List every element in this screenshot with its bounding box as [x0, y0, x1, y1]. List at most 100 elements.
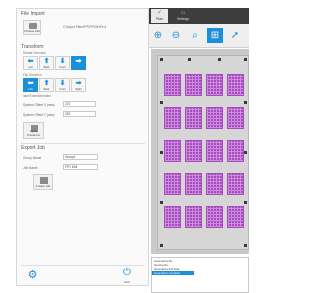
zoom-fit-icon[interactable]: ⌕: [187, 28, 203, 43]
nested-part[interactable]: [185, 173, 202, 195]
view-toolbar: ⊕ ⊖ ⌕ ⊞ ➚: [149, 24, 249, 48]
fiducial-marker: [160, 151, 163, 154]
apply-transform-label: Apply Transform: [26, 129, 41, 137]
nested-part[interactable]: [227, 107, 244, 129]
file-path-text: C:\Input Files\FP\FP\Dir\Fe.ii: [63, 25, 107, 29]
power-icon: ⏻: [123, 267, 131, 278]
choose-file-button[interactable]: Choose File: [23, 20, 41, 35]
nested-part[interactable]: [185, 206, 202, 228]
divider: [21, 143, 145, 144]
tab-plan-label: Plan: [156, 17, 163, 21]
nested-part[interactable]: [206, 107, 223, 129]
log-line-selected[interactable]: Generation complete: [152, 271, 194, 275]
fiducial-marker: [160, 58, 163, 61]
exit-label: Exit: [124, 280, 130, 284]
rotate-button[interactable]: ⬇ Front: [55, 56, 70, 70]
fiducial-marker: [188, 58, 191, 61]
arrow-left-icon: ⬅: [27, 58, 34, 65]
export-job-title: Export Job: [21, 145, 45, 151]
rotate-button[interactable]: ➡: [71, 56, 86, 70]
offset-y-label: System Offset Y (mm):: [23, 113, 56, 117]
offset-y-input[interactable]: 322: [63, 111, 96, 117]
offset-x-label: System Offset X (mm):: [23, 103, 56, 107]
apply-transform-button[interactable]: Apply Transform: [23, 122, 44, 139]
log-panel: Generating file... Nesting file... Gener…: [151, 257, 249, 293]
exit-button[interactable]: ⏻ Exit: [117, 267, 137, 284]
rotate-button[interactable]: ⬆ Back: [39, 56, 54, 70]
nested-part[interactable]: [227, 206, 244, 228]
nested-part[interactable]: [206, 173, 223, 195]
label-transformation: labelTransformation: [23, 94, 52, 98]
grid-icon[interactable]: ⊞: [207, 28, 223, 43]
nested-part[interactable]: [164, 107, 181, 129]
footer-divider: [21, 265, 145, 266]
choose-file-label: Choose File: [24, 29, 41, 33]
job-name-input[interactable]: FP1 Drill: [63, 164, 98, 170]
flip-button-label: Back: [43, 88, 50, 91]
control-panel: File Import Choose File C:\Input Files\F…: [16, 8, 149, 286]
fiducial-marker: [160, 101, 163, 104]
transform-title: Transform: [21, 44, 44, 50]
nested-part[interactable]: [227, 173, 244, 195]
create-job-button[interactable]: Create Job: [33, 174, 53, 190]
fiducial-marker: [160, 244, 163, 247]
flip-button[interactable]: ⬇ Front: [55, 78, 70, 92]
arrow-right-icon: ➡: [75, 80, 82, 87]
tab-plan[interactable]: ✓ Plan: [151, 9, 168, 23]
rotate-button-label: Back: [43, 66, 50, 69]
fiducial-marker: [244, 244, 247, 247]
flip-button-label: Right: [75, 88, 82, 91]
arrow-up-icon: ⬆: [43, 80, 50, 87]
zoom-in-icon[interactable]: ⊕: [150, 28, 166, 43]
plate-canvas[interactable]: [151, 49, 249, 254]
nested-part[interactable]: [227, 140, 244, 162]
flip-button[interactable]: ➡ Right: [71, 78, 86, 92]
nested-part[interactable]: [185, 74, 202, 96]
rotate-direction-label: Rotate Direction: [23, 51, 46, 55]
arrow-left-icon: ⬅: [27, 80, 34, 87]
settings-tab-icon: ▭: [180, 10, 186, 16]
zoom-out-icon[interactable]: ⊖: [168, 28, 184, 43]
nested-part[interactable]: [227, 74, 244, 96]
arrow-down-icon: ⬇: [59, 58, 66, 65]
offset-x-input[interactable]: 272: [63, 101, 96, 107]
flip-button[interactable]: ⬅ Left: [23, 78, 38, 92]
rotate-button-label: Front: [59, 66, 66, 69]
nested-part[interactable]: [206, 74, 223, 96]
tab-settings-label: Settings: [176, 17, 190, 21]
create-job-label: Create Job: [35, 184, 51, 188]
rotate-button[interactable]: ⬅ Left: [23, 56, 38, 70]
nested-part[interactable]: [164, 74, 181, 96]
flip-direction-label: Flip Direction: [23, 73, 42, 77]
create-icon: [40, 177, 48, 184]
rotate-button-label: Left: [28, 66, 33, 69]
tab-bar: ✓ Plan ▭ Settings: [149, 8, 249, 24]
nested-part[interactable]: [164, 206, 181, 228]
fiducial-marker: [160, 201, 163, 204]
arrow-up-icon: ⬆: [43, 58, 50, 65]
flip-button-label: Front: [59, 88, 66, 91]
nested-part[interactable]: [164, 173, 181, 195]
viewer-panel: ✓ Plan ▭ Settings ⊕ ⊖ ⌕ ⊞ ➚ Generating f…: [149, 8, 249, 293]
file-import-title: File Import: [21, 11, 45, 17]
flip-button[interactable]: ⬆ Back: [39, 78, 54, 92]
group-name-input[interactable]: Group1: [63, 154, 98, 160]
tab-settings[interactable]: ▭ Settings: [172, 9, 194, 23]
nested-part[interactable]: [206, 140, 223, 162]
fiducial-marker: [244, 201, 247, 204]
fiducial-marker: [244, 101, 247, 104]
job-name-label: Job Name: [23, 166, 38, 170]
fiducial-marker: [218, 58, 221, 61]
fiducial-marker: [244, 58, 247, 61]
flip-button-label: Left: [28, 88, 33, 91]
plan-icon: ✓: [156, 10, 163, 16]
settings-gear-icon[interactable]: ⚙: [25, 268, 40, 283]
nested-part[interactable]: [185, 140, 202, 162]
nested-part[interactable]: [164, 140, 181, 162]
group-name-label: Group Name: [23, 156, 42, 160]
nested-part[interactable]: [185, 107, 202, 129]
arrow-down-icon: ⬇: [59, 80, 66, 87]
arrow-right-icon: ➡: [75, 58, 82, 65]
nested-part[interactable]: [206, 206, 223, 228]
pointer-icon[interactable]: ➚: [227, 28, 243, 43]
